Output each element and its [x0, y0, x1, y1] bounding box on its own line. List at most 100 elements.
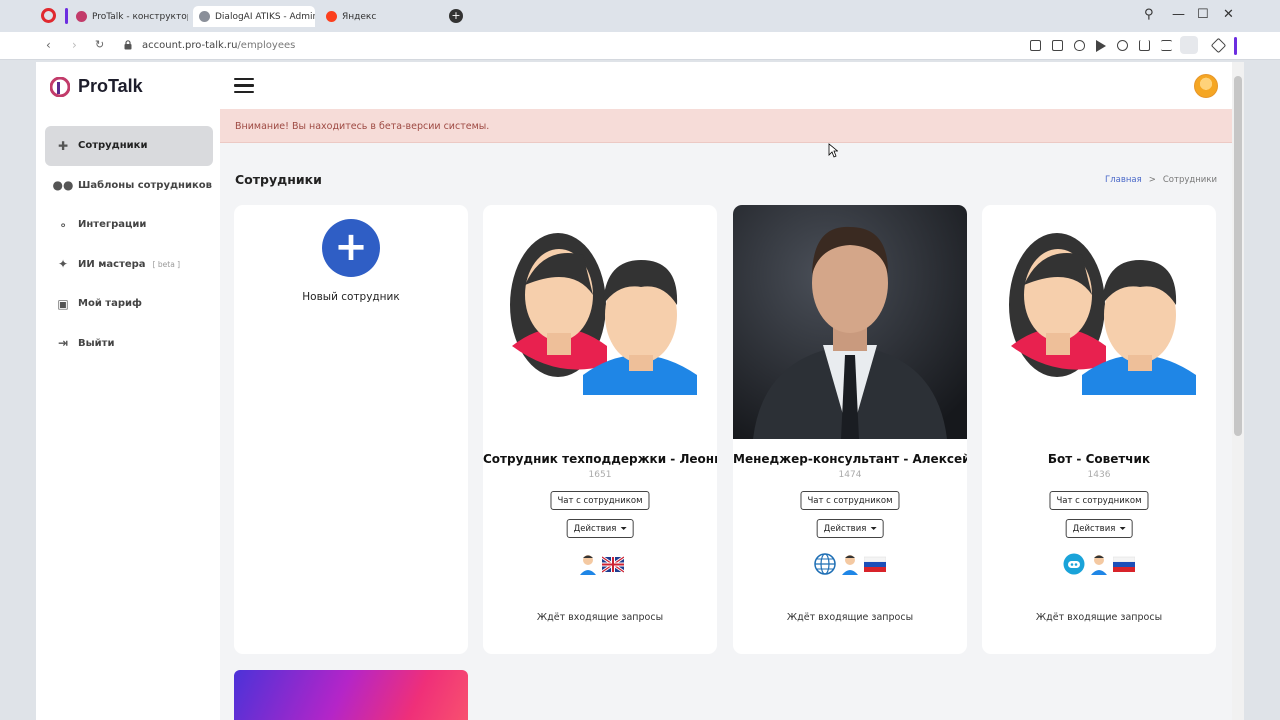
breadcrumb: Главная > Сотрудники: [1105, 175, 1217, 185]
edit-icon[interactable]: [1030, 40, 1041, 51]
logo-text: ProTalk: [78, 76, 143, 96]
button-label: Действия: [1072, 523, 1116, 534]
employee-name: Бот - Советчик: [1047, 452, 1151, 466]
tab-protalk[interactable]: ProTalk - конструктор GP: [70, 6, 188, 27]
hamburger-menu-icon[interactable]: [234, 78, 254, 94]
employee-id: 1474: [838, 470, 862, 480]
button-label: Действия: [823, 523, 867, 534]
reload-icon[interactable]: ↻: [95, 38, 104, 51]
avatar-pair-illustration: [510, 233, 697, 395]
forward-icon[interactable]: ›: [72, 38, 77, 52]
sidebar-item-label: ИИ мастера: [78, 258, 146, 270]
employee-card-partial: [234, 670, 468, 720]
integrations-icon: ∘: [59, 217, 67, 232]
profile-icon[interactable]: [1180, 36, 1198, 54]
url-path: /employees: [237, 40, 296, 51]
scrollbar-thumb[interactable]: [1234, 76, 1242, 436]
protalk-logo-icon: [50, 76, 70, 97]
button-label: Чат с сотрудником: [807, 495, 893, 506]
button-label: Чат с сотрудником: [557, 495, 643, 506]
avatar-pair-illustration: [1009, 233, 1196, 395]
dialogai-favicon-icon: [199, 11, 210, 22]
app-sidebar: ProTalk ✚ Сотрудники ●● Шаблоны сотрудни…: [36, 62, 220, 720]
chat-with-employee-button[interactable]: Чат с сотрудником: [1049, 491, 1149, 510]
employee-status: Ждёт входящие запросы: [1035, 612, 1163, 623]
actions-dropdown-button[interactable]: Действия: [816, 519, 884, 538]
tariff-icon: ▣: [57, 296, 69, 311]
add-person-icon: ✚: [57, 138, 69, 153]
breadcrumb-home-link[interactable]: Главная: [1105, 175, 1142, 185]
employee-id: 1436: [1087, 470, 1111, 480]
actions-dropdown-button[interactable]: Действия: [1065, 519, 1133, 538]
heart-icon[interactable]: [1117, 40, 1128, 51]
address-bar: ‹ › ↻ account.pro-talk.ru/employees: [0, 32, 1280, 60]
extensions-icon[interactable]: [1210, 37, 1227, 54]
sidebar-item-label: Сотрудники: [78, 140, 148, 152]
chat-with-employee-button[interactable]: Чат с сотрудником: [800, 491, 900, 510]
page-title: Сотрудники: [235, 172, 322, 187]
new-employee-card[interactable]: + Новый сотрудник: [234, 205, 468, 654]
camera-icon[interactable]: [1052, 40, 1063, 51]
businessman-photo: [733, 205, 967, 439]
bot-icon: [1063, 553, 1085, 575]
browser-tab-bar: ProTalk - конструктор GP DialogAI ATIKS …: [0, 0, 1280, 32]
beta-alert: Внимание! Вы находитесь в бета-версии си…: [220, 109, 1232, 143]
sidebar-item-ai-masters[interactable]: ✦ ИИ мастера [ beta ]: [45, 245, 213, 285]
minimize-icon[interactable]: —: [1172, 7, 1185, 22]
employee-name: Сотрудник техподдержки - Леонид: [483, 452, 717, 466]
url-host: account.pro-talk.ru: [142, 40, 238, 51]
close-icon[interactable]: ✕: [1223, 7, 1234, 22]
new-tab-button[interactable]: +: [449, 9, 463, 23]
sidebar-item-employees[interactable]: ✚ Сотрудники: [45, 126, 213, 166]
tab-dialogai[interactable]: DialogAI ATIKS - Admin P: [193, 6, 315, 27]
opera-logo-icon[interactable]: [41, 8, 56, 23]
employee-name: Менеджер-консультант - Алексей: [733, 452, 967, 466]
sidebar-item-integrations[interactable]: ∘ Интеграции: [45, 205, 213, 245]
menu-icon[interactable]: [1161, 40, 1172, 51]
app-page: ProTalk ✚ Сотрудники ●● Шаблоны сотрудни…: [36, 62, 1244, 720]
magic-wand-icon: ✦: [57, 257, 69, 272]
page-scrollbar[interactable]: [1232, 62, 1244, 720]
breadcrumb-separator: >: [1148, 175, 1156, 185]
sidebar-item-tariff[interactable]: ▣ Мой тариф: [45, 284, 213, 324]
caret-down-icon: [870, 527, 877, 530]
app-logo[interactable]: ProTalk: [50, 76, 143, 97]
user-avatar[interactable]: [1194, 74, 1218, 98]
employee-card: Бот - Советчик 1436 Чат с сотрудником Де…: [982, 205, 1216, 654]
play-icon[interactable]: [1096, 40, 1106, 52]
opera-sidebar-accent: [1234, 37, 1237, 55]
url-field[interactable]: account.pro-talk.ru/employees: [142, 40, 295, 51]
plus-icon[interactable]: +: [322, 219, 380, 277]
window-margin: [1244, 60, 1280, 720]
chat-with-employee-button[interactable]: Чат с сотрудником: [550, 491, 650, 510]
sidebar-menu: ✚ Сотрудники ●● Шаблоны сотрудников ∘ Ин…: [45, 126, 213, 363]
actions-dropdown-button[interactable]: Действия: [566, 519, 634, 538]
breadcrumb-current: Сотрудники: [1162, 175, 1217, 185]
sidebar-item-label: Интеграции: [78, 219, 147, 231]
uk-flag-icon: [601, 555, 624, 574]
employee-status: Ждёт входящие запросы: [786, 612, 914, 623]
beta-badge: [ beta ]: [152, 259, 181, 269]
people-icon: ●●: [52, 178, 74, 193]
sidebar-item-templates[interactable]: ●● Шаблоны сотрудников: [45, 166, 213, 206]
search-icon[interactable]: ⚲: [1144, 7, 1154, 22]
sidebar-item-label: Выйти: [78, 337, 115, 349]
caret-down-icon: [1119, 527, 1126, 530]
tab-yandex[interactable]: Яндекс: [320, 6, 400, 27]
employee-card: Менеджер-консультант - Алексей 1474 Чат …: [733, 205, 967, 654]
globe-icon: [814, 553, 836, 575]
tab-title: Яндекс: [342, 11, 377, 22]
sidebar-item-label: Шаблоны сотрудников: [78, 179, 212, 191]
tab-accent: [65, 8, 68, 24]
lock-icon: [124, 40, 132, 50]
opera-sidebar: [0, 60, 36, 720]
sidebar-item-logout[interactable]: ⇥ Выйти: [45, 324, 213, 364]
person-icon: [1091, 555, 1107, 575]
protalk-favicon-icon: [76, 11, 87, 22]
back-icon[interactable]: ‹: [46, 38, 51, 52]
maximize-icon[interactable]: ☐: [1197, 7, 1209, 22]
shield-icon[interactable]: [1074, 40, 1085, 51]
button-label: Чат с сотрудником: [1056, 495, 1142, 506]
employee-status: Ждёт входящие запросы: [536, 612, 664, 623]
download-icon[interactable]: [1139, 40, 1150, 51]
